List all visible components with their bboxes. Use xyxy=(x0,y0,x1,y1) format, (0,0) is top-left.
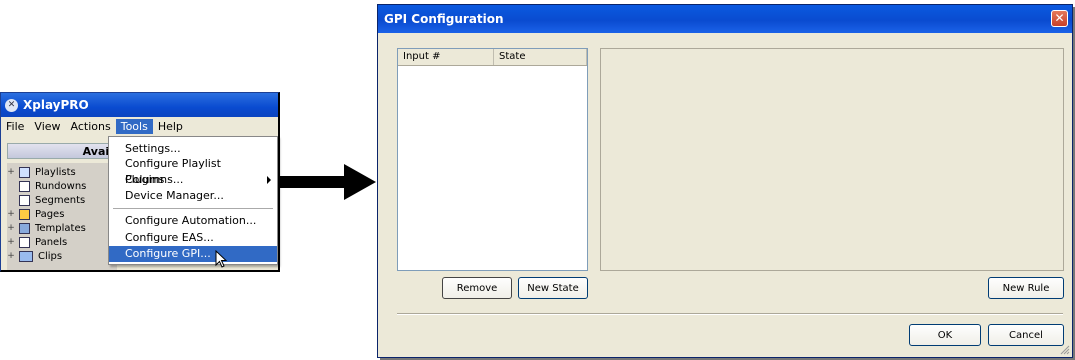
gpi-configuration-dialog: GPI Configuration ✕ Input # State Remove… xyxy=(377,4,1073,358)
resize-grip-icon[interactable] xyxy=(1060,345,1070,355)
dialog-divider xyxy=(397,313,1063,315)
tree-item-label: Templates xyxy=(35,222,86,234)
menu-item-configure-eas[interactable]: Configure EAS... xyxy=(109,230,277,246)
gpi-titlebar: GPI Configuration ✕ xyxy=(378,5,1072,33)
expand-icon[interactable]: + xyxy=(7,237,15,247)
menu-actions[interactable]: Actions xyxy=(66,119,116,134)
menu-help[interactable]: Help xyxy=(153,119,188,134)
menu-item-configure-automation[interactable]: Configure Automation... xyxy=(109,213,277,229)
expand-icon[interactable]: + xyxy=(7,223,15,233)
mouse-cursor-icon xyxy=(215,250,228,268)
xplaypro-logo-icon: ✕ xyxy=(5,98,18,112)
playlist-icon xyxy=(19,166,30,178)
expand-icon[interactable]: + xyxy=(7,209,15,219)
xplaypro-title: XplayPRO xyxy=(23,98,89,112)
cancel-button[interactable]: Cancel xyxy=(988,324,1064,346)
menu-separator xyxy=(113,208,273,209)
close-icon[interactable]: ✕ xyxy=(1051,10,1068,27)
menu-view[interactable]: View xyxy=(29,119,65,134)
dialog-title: GPI Configuration xyxy=(384,12,504,26)
column-header-input[interactable]: Input # xyxy=(398,49,494,65)
tree-item-panels[interactable]: + Panels xyxy=(7,235,67,249)
tree-item-rundowns[interactable]: Rundowns xyxy=(7,179,86,193)
menu-item-settings[interactable]: Settings... xyxy=(109,141,277,157)
menu-item-configure-gpi[interactable]: Configure GPI... xyxy=(109,246,277,262)
tools-dropdown-menu: Settings... Configure Playlist Columns..… xyxy=(108,136,278,265)
tree-item-segments[interactable]: Segments xyxy=(7,193,85,207)
tree-item-label: Clips xyxy=(38,250,63,262)
new-rule-button[interactable]: New Rule xyxy=(988,277,1064,299)
gpi-rules-panel xyxy=(600,48,1064,271)
tree-item-label: Pages xyxy=(35,208,65,220)
xplaypro-titlebar: ✕ XplayPRO xyxy=(1,93,278,117)
library-tree: + Playlists Rundowns Segments + Pages + … xyxy=(7,163,117,270)
new-state-button[interactable]: New State xyxy=(518,277,588,299)
column-header-state[interactable]: State xyxy=(494,49,587,65)
rundown-icon xyxy=(19,180,30,192)
menu-file[interactable]: File xyxy=(1,119,29,134)
submenu-arrow-icon xyxy=(267,176,271,184)
gpi-input-list[interactable]: Input # State xyxy=(397,48,588,271)
tree-item-label: Segments xyxy=(35,194,86,206)
menu-item-configure-playlist-columns[interactable]: Configure Playlist Columns... xyxy=(109,156,277,186)
segment-icon xyxy=(19,194,30,206)
expand-icon[interactable]: + xyxy=(7,251,15,261)
menu-item-device-manager[interactable]: Device Manager... xyxy=(109,188,277,204)
tree-item-pages[interactable]: + Pages xyxy=(7,207,64,221)
page-icon xyxy=(19,208,30,220)
tree-item-label: Playlists xyxy=(35,166,76,178)
tree-item-templates[interactable]: + Templates xyxy=(7,221,86,235)
tree-item-clips[interactable]: + Clips xyxy=(7,249,62,263)
tree-item-playlists[interactable]: + Playlists xyxy=(7,165,76,179)
remove-button[interactable]: Remove xyxy=(442,277,512,299)
menu-item-plugins[interactable]: Plugins xyxy=(109,172,277,188)
menu-bar: File View Actions Tools Help xyxy=(1,117,278,135)
menu-item-label: Plugins xyxy=(125,173,165,186)
tree-item-label: Rundowns xyxy=(35,180,87,192)
expand-icon[interactable]: + xyxy=(7,167,15,177)
clip-icon xyxy=(19,250,33,262)
template-icon xyxy=(19,222,30,234)
list-header: Input # State xyxy=(398,49,587,66)
ok-button[interactable]: OK xyxy=(909,324,981,346)
menu-tools[interactable]: Tools xyxy=(115,118,153,134)
panel-icon xyxy=(19,236,30,248)
right-arrow-icon xyxy=(278,164,376,200)
tree-item-label: Panels xyxy=(35,236,68,248)
